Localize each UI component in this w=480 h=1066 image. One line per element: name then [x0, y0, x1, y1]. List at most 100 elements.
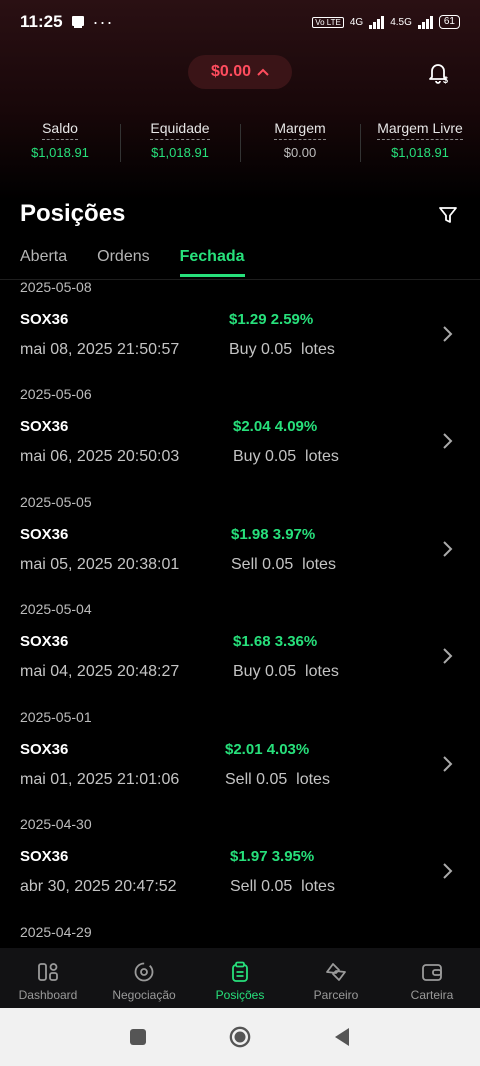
- position-profit: $1.98 3.97%: [231, 526, 316, 543]
- tab-aberta[interactable]: Aberta: [20, 248, 67, 277]
- position-side: Sell 0.05 lotes: [225, 771, 330, 788]
- nav-label: Dashboard: [18, 988, 78, 1002]
- stat-margem-livre[interactable]: Margem Livre $1,018.91: [360, 120, 480, 166]
- nav-negociacao[interactable]: Negociação: [96, 948, 192, 1008]
- date-header: 2025-05-04: [20, 601, 92, 617]
- volte-icon: Vo LTE: [312, 16, 344, 28]
- notification-icon: [71, 16, 84, 28]
- stat-equidade[interactable]: Equidade $1,018.91: [120, 120, 240, 166]
- position-symbol: SOX36: [20, 633, 69, 650]
- triangle-back-icon: [335, 1028, 349, 1046]
- date-header: 2025-05-01: [20, 709, 92, 725]
- signal-icon-1: [369, 15, 385, 29]
- position-timestamp: mai 08, 2025 21:50:57: [20, 341, 180, 358]
- nav-parceiro[interactable]: Parceiro: [288, 948, 384, 1008]
- wallet-icon: [422, 964, 442, 981]
- nav-label: Carteira: [410, 988, 454, 1002]
- position-row[interactable]: SOX36 $2.01 4.03% mai 01, 2025 21:01:06 …: [0, 741, 480, 801]
- chevron-right-icon: [443, 433, 453, 449]
- chevron-right-icon: [443, 756, 453, 772]
- nav-label: Parceiro: [313, 988, 359, 1002]
- bottom-navigation: Dashboard Negociação Posições Parceiro C…: [0, 948, 480, 1008]
- signal-icon-2: [417, 15, 433, 29]
- position-symbol: SOX36: [20, 848, 69, 865]
- position-side: Sell 0.05 lotes: [231, 556, 336, 573]
- stat-label: Margem: [274, 120, 326, 140]
- position-side: Buy 0.05 lotes: [229, 341, 335, 358]
- circle-icon: [229, 1026, 251, 1048]
- position-symbol: SOX36: [20, 526, 69, 543]
- position-symbol: SOX36: [20, 311, 69, 328]
- filter-icon[interactable]: [438, 205, 458, 225]
- status-time: 11:25: [20, 12, 63, 31]
- pnl-toggle-button[interactable]: $0.00: [188, 55, 292, 89]
- page-title: Posições: [20, 200, 126, 227]
- partner-handshake-icon: [326, 963, 346, 981]
- position-symbol: SOX36: [20, 418, 69, 435]
- nav-label: Negociação: [112, 988, 176, 1002]
- pnl-value: $0.00: [210, 63, 252, 80]
- stat-value: $1,018.91: [391, 145, 449, 160]
- position-side: Buy 0.05 lotes: [233, 663, 339, 680]
- recent-apps-button[interactable]: [127, 1026, 149, 1048]
- position-side: Buy 0.05 lotes: [233, 448, 339, 465]
- position-tabs: Aberta Ordens Fechada: [20, 248, 275, 277]
- stat-margem[interactable]: Margem $0.00: [240, 120, 360, 166]
- position-row[interactable]: SOX36 $1.68 3.36% mai 04, 2025 20:48:27 …: [0, 633, 480, 693]
- position-profit: $1.29 2.59%: [229, 311, 314, 328]
- date-header: 2025-04-30: [20, 816, 92, 832]
- date-header: 2025-05-08: [20, 280, 92, 295]
- position-timestamp: mai 05, 2025 20:38:01: [20, 556, 180, 573]
- network-label-2: 4.5G: [390, 16, 412, 28]
- nav-posicoes[interactable]: Posições: [192, 948, 288, 1008]
- nav-label: Posições: [215, 988, 265, 1002]
- chevron-right-icon: [443, 863, 453, 879]
- date-header: 2025-04-29: [20, 924, 92, 940]
- position-profit: $1.68 3.36%: [233, 633, 318, 650]
- date-header: 2025-05-05: [20, 494, 92, 510]
- tab-fechada[interactable]: Fechada: [179, 248, 245, 277]
- tab-ordens[interactable]: Ordens: [97, 248, 149, 277]
- position-row[interactable]: SOX36 $1.97 3.95% abr 30, 2025 20:47:52 …: [0, 848, 480, 908]
- position-timestamp: mai 01, 2025 21:01:06: [20, 771, 180, 788]
- battery-icon: 61: [438, 15, 460, 29]
- position-side: Sell 0.05 lotes: [230, 878, 335, 895]
- nav-dashboard[interactable]: Dashboard: [0, 948, 96, 1008]
- position-row[interactable]: SOX36 $2.04 4.09% mai 06, 2025 20:50:03 …: [0, 418, 480, 478]
- dashboard-icon: [38, 963, 58, 981]
- stat-label: Saldo: [42, 120, 78, 140]
- position-row[interactable]: SOX36 $1.98 3.97% mai 05, 2025 20:38:01 …: [0, 526, 480, 586]
- square-icon: [130, 1029, 146, 1045]
- stat-value: $1,018.91: [151, 145, 209, 160]
- position-profit: $1.97 3.95%: [230, 848, 315, 865]
- closed-positions-list[interactable]: 2025-05-08 SOX36 $1.29 2.59% mai 08, 202…: [0, 280, 480, 948]
- date-header: 2025-05-06: [20, 386, 92, 402]
- stat-value: $0.00: [283, 145, 317, 160]
- chevron-up-icon: [257, 68, 269, 76]
- chevron-right-icon: [443, 541, 453, 557]
- stat-saldo[interactable]: Saldo $1,018.91: [0, 120, 120, 166]
- account-summary: Saldo $1,018.91 Equidade $1,018.91 Marge…: [0, 120, 480, 166]
- positions-icon: [232, 961, 248, 982]
- stat-value: $1,018.91: [31, 145, 89, 160]
- price-alert-bell-icon[interactable]: $: [426, 60, 450, 84]
- back-button[interactable]: [331, 1026, 353, 1048]
- stat-label: Equidade: [150, 120, 210, 140]
- nav-carteira[interactable]: Carteira: [384, 948, 480, 1008]
- system-navigation-bar: [0, 1008, 480, 1066]
- more-notifications-icon: ···: [92, 11, 114, 32]
- position-symbol: SOX36: [20, 741, 69, 758]
- position-profit: $2.01 4.03%: [225, 741, 310, 758]
- position-profit: $2.04 4.09%: [233, 418, 318, 435]
- trade-icon: [134, 962, 154, 982]
- svg-text:$: $: [443, 75, 448, 84]
- battery-level: 61: [443, 16, 455, 27]
- chevron-right-icon: [443, 326, 453, 342]
- position-timestamp: mai 06, 2025 20:50:03: [20, 448, 180, 465]
- home-button[interactable]: [229, 1026, 251, 1048]
- network-label-1: 4G: [349, 16, 364, 28]
- position-timestamp: mai 04, 2025 20:48:27: [20, 663, 180, 680]
- position-row[interactable]: SOX36 $1.29 2.59% mai 08, 2025 21:50:57 …: [0, 311, 480, 371]
- position-timestamp: abr 30, 2025 20:47:52: [20, 878, 177, 895]
- status-bar: 11:25 ··· Vo LTE 4G 4.5G 61: [0, 0, 480, 44]
